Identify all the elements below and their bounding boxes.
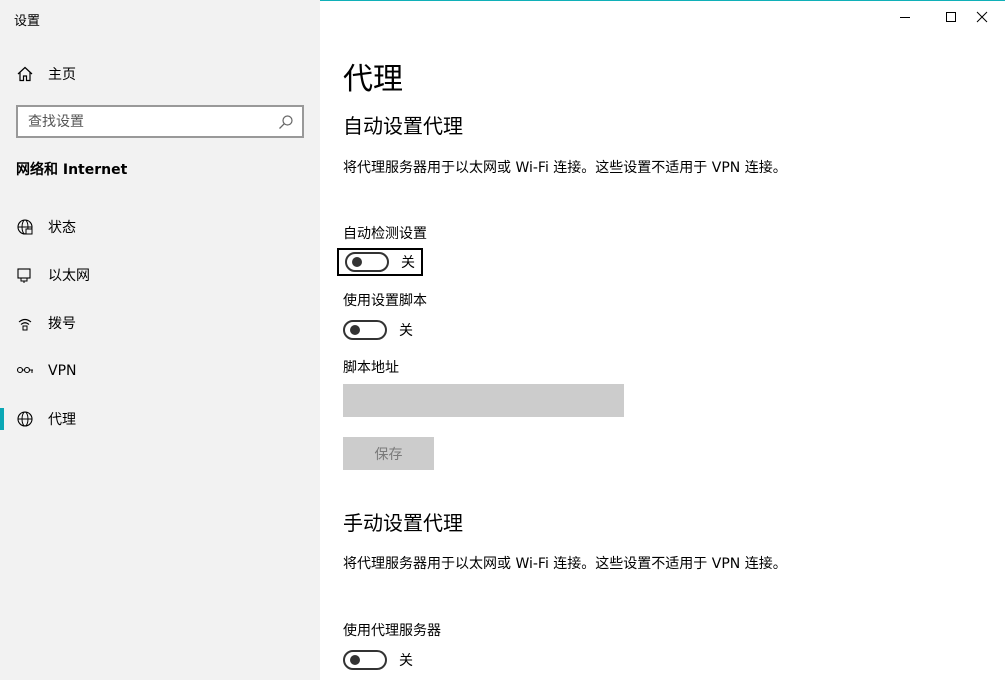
dialup-icon bbox=[18, 318, 32, 331]
sidebar-item-vpn[interactable]: VPN bbox=[0, 353, 320, 389]
manual-proxy-heading: 手动设置代理 bbox=[343, 511, 463, 535]
sidebar-item-ethernet[interactable]: 以太网 bbox=[0, 257, 320, 293]
close-button[interactable] bbox=[959, 0, 1005, 34]
toggle-switch[interactable] bbox=[343, 320, 387, 340]
use-proxy-toggle[interactable]: 关 bbox=[343, 648, 413, 672]
vpn-icon bbox=[16, 366, 33, 374]
toggle-state: 关 bbox=[401, 255, 415, 271]
search-icon[interactable] bbox=[278, 114, 294, 130]
auto-detect-label: 自动检测设置 bbox=[343, 226, 427, 242]
minimize-button[interactable] bbox=[882, 0, 928, 34]
app-title: 设置 bbox=[14, 14, 41, 29]
sidebar-item-label: 代理 bbox=[48, 412, 76, 428]
search-box[interactable] bbox=[16, 105, 304, 138]
page-title: 代理 bbox=[343, 62, 403, 97]
script-address-label: 脚本地址 bbox=[343, 360, 399, 376]
sidebar-item-dialup[interactable]: 拨号 bbox=[0, 305, 320, 341]
toggle-knob bbox=[352, 257, 362, 267]
toggle-state: 关 bbox=[399, 323, 413, 339]
save-button[interactable]: 保存 bbox=[343, 437, 434, 470]
search-input[interactable] bbox=[28, 113, 278, 130]
home-nav-item[interactable]: 主页 bbox=[16, 63, 76, 85]
toggle-state: 关 bbox=[399, 653, 413, 669]
sidebar: 设置 主页 网络和 Internet 状态 bbox=[0, 0, 320, 680]
script-address-input[interactable] bbox=[343, 384, 624, 417]
setup-script-toggle[interactable]: 关 bbox=[343, 318, 413, 342]
home-label: 主页 bbox=[48, 67, 76, 83]
globe-status-icon bbox=[17, 219, 33, 235]
globe-icon bbox=[17, 411, 33, 427]
sidebar-item-label: 拨号 bbox=[48, 316, 76, 332]
home-icon bbox=[17, 66, 33, 82]
sidebar-item-status[interactable]: 状态 bbox=[0, 209, 320, 245]
toggle-knob bbox=[350, 325, 360, 335]
maximize-icon bbox=[946, 12, 956, 22]
close-icon bbox=[976, 11, 988, 23]
section-title: 网络和 Internet bbox=[16, 162, 128, 178]
toggle-knob bbox=[350, 655, 360, 665]
sidebar-item-label: VPN bbox=[48, 363, 77, 379]
auto-proxy-description: 将代理服务器用于以太网或 Wi-Fi 连接。这些设置不适用于 VPN 连接。 bbox=[343, 160, 787, 176]
auto-detect-toggle[interactable]: 关 bbox=[337, 248, 423, 276]
settings-window: 设置 主页 网络和 Internet 状态 bbox=[0, 0, 1005, 680]
setup-script-label: 使用设置脚本 bbox=[343, 293, 427, 309]
sidebar-item-proxy[interactable]: 代理 bbox=[0, 401, 320, 437]
toggle-switch[interactable] bbox=[345, 252, 389, 272]
ethernet-icon bbox=[17, 268, 31, 283]
use-proxy-label: 使用代理服务器 bbox=[343, 623, 441, 639]
toggle-switch[interactable] bbox=[343, 650, 387, 670]
sidebar-item-label: 以太网 bbox=[48, 268, 90, 284]
manual-proxy-description: 将代理服务器用于以太网或 Wi-Fi 连接。这些设置不适用于 VPN 连接。 bbox=[343, 556, 787, 572]
sidebar-item-label: 状态 bbox=[48, 220, 76, 236]
auto-proxy-heading: 自动设置代理 bbox=[343, 114, 463, 138]
minimize-icon bbox=[900, 17, 910, 18]
